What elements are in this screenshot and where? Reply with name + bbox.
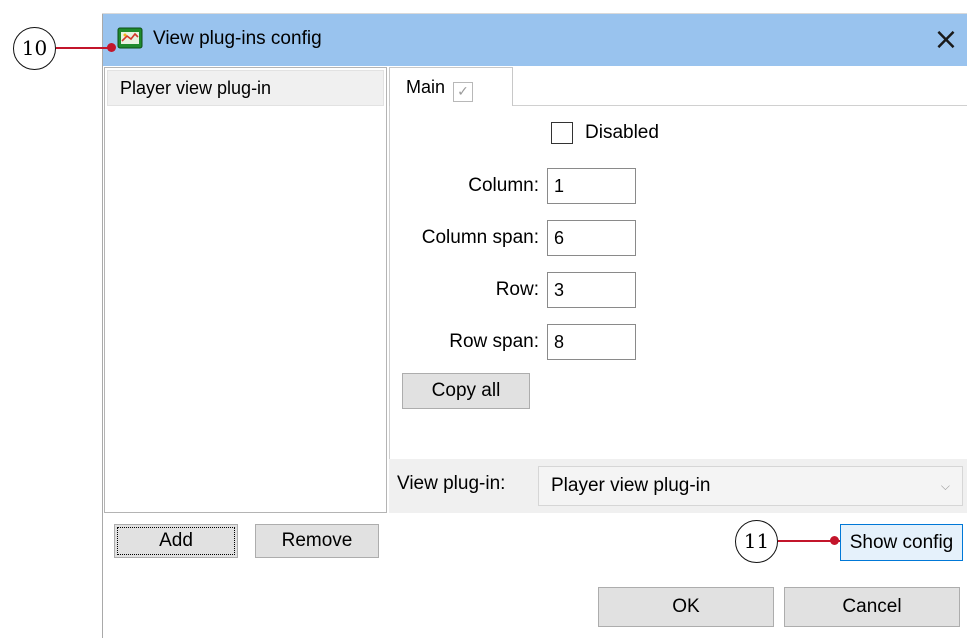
show-config-button[interactable]: Show config [840,524,963,561]
callout-10-line [56,47,112,49]
row-span-input[interactable]: 8 [547,324,636,360]
window-title: View plug-ins config [153,28,322,49]
ok-button[interactable]: OK [598,587,774,627]
callout-11: 11 [735,520,778,563]
column-span-input[interactable]: 6 [547,220,636,256]
column-input[interactable]: 1 [547,168,636,204]
plugins-list[interactable]: Player view plug-in [104,67,387,513]
disabled-checkbox[interactable] [551,122,573,144]
tab-main[interactable]: Main ✓ [389,67,513,106]
column-label: Column: [468,175,539,196]
copy-all-button[interactable]: Copy all [402,373,530,409]
column-span-label: Column span: [421,227,539,248]
chevron-down-icon: ⌵ [940,479,950,493]
cancel-button[interactable]: Cancel [784,587,960,627]
view-plugin-label: View plug-in: [397,473,506,494]
disabled-label: Disabled [585,122,659,143]
callout-10: 10 [13,27,56,70]
view-plugin-selected-value: Player view plug-in [551,475,711,496]
view-plugin-select[interactable]: Player view plug-in ⌵ [538,466,963,506]
row-input[interactable]: 3 [547,272,636,308]
tab-main-checkbox[interactable]: ✓ [453,82,474,102]
callout-10-dot [107,43,116,52]
add-button[interactable]: Add [114,524,238,558]
row-label: Row: [495,279,539,300]
title-bar[interactable]: View plug-ins config × [103,14,967,66]
row-span-label: Row span: [449,331,539,352]
callout-11-dot [830,536,839,545]
list-item[interactable]: Player view plug-in [107,70,384,106]
window-left-border [102,14,103,638]
tab-main-label: Main [406,77,446,97]
remove-button[interactable]: Remove [255,524,379,558]
app-icon [117,27,143,49]
close-icon[interactable]: × [928,22,964,58]
